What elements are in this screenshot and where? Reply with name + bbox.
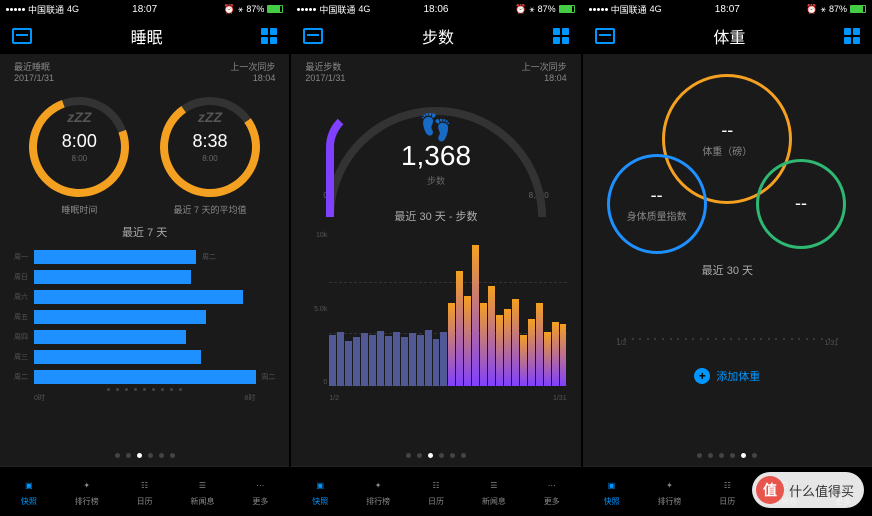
tab-ranking[interactable]: ✦排行榜	[349, 467, 407, 516]
watermark: 值什么值得买	[752, 472, 864, 508]
tab-news[interactable]: ☰新闻息	[174, 467, 232, 516]
screen-steps: 中国联通4G 18:06 ⏰⚹87% 步数 最近步数2017/1/31 上一次同…	[291, 0, 580, 516]
tab-calendar[interactable]: ☷日历	[116, 467, 174, 516]
tab-ranking[interactable]: ✦排行榜	[58, 467, 116, 516]
inbox-icon[interactable]	[595, 28, 615, 44]
add-weight-button[interactable]: + 添加体重	[597, 368, 858, 384]
tab-more[interactable]: ⋯更多	[523, 467, 581, 516]
steps-30day-chart[interactable]: 10k5.0k0 1/21/31	[305, 232, 566, 402]
page-title: 睡眠	[131, 24, 163, 48]
screen-weight: 中国联通4G 18:07 ⏰⚹87% 体重 --体重（磅） --身体质量指数 -…	[583, 0, 872, 516]
tab-more[interactable]: ⋯更多	[231, 467, 289, 516]
grid-icon[interactable]	[553, 28, 569, 44]
tab-ranking[interactable]: ✦排行榜	[641, 467, 699, 516]
status-bar: 中国联通4G 18:07 ⏰⚹87%	[0, 0, 289, 18]
weight-summary: --体重（磅） --身体质量指数 --	[597, 74, 858, 254]
status-bar: 中国联通4G 18:06 ⏰⚹87%	[291, 0, 580, 18]
tab-calendar[interactable]: ☷日历	[698, 467, 756, 516]
header: 体重	[583, 18, 872, 54]
tab-calendar[interactable]: ☷日历	[407, 467, 465, 516]
header: 睡眠	[0, 18, 289, 54]
grid-icon[interactable]	[844, 28, 860, 44]
bmi-circle[interactable]: --身体质量指数	[607, 154, 707, 254]
grid-icon[interactable]	[261, 28, 277, 44]
feet-icon: 👣	[420, 112, 452, 143]
chart-title: 最近 7 天	[14, 224, 275, 240]
tab-snapshot[interactable]: ▣快照	[583, 467, 641, 516]
page-title: 步数	[422, 24, 454, 48]
tab-bar: ▣快照 ✦排行榜 ☷日历 ☰新闻息 ⋯更多	[0, 466, 289, 516]
sleep-summary: zZZ 8:008:00 睡眠时间 zZZ 8:388:00 最近 7 天的平均…	[14, 97, 275, 216]
status-time: 18:07	[715, 4, 740, 15]
chart-title: 最近 30 天	[597, 262, 858, 278]
header: 步数	[291, 18, 580, 54]
sleep-7day-chart[interactable]: 周一周二 周日 周六 周五 周四 周三 周二周二 0时8时	[14, 248, 275, 398]
tab-news[interactable]: ☰新闻息	[465, 467, 523, 516]
tab-snapshot[interactable]: ▣快照	[291, 467, 349, 516]
steps-gauge[interactable]: 👣 1,368 步数	[305, 97, 566, 187]
pager[interactable]	[583, 445, 872, 466]
bodyfat-circle[interactable]: --	[756, 159, 846, 249]
weight-30day-chart[interactable]: 1/21/31	[597, 338, 858, 358]
status-time: 18:07	[132, 4, 157, 15]
tab-bar: ▣快照 ✦排行榜 ☷日历 ☰新闻息 ⋯更多	[291, 466, 580, 516]
inbox-icon[interactable]	[12, 28, 32, 44]
subheader: 最近睡眠2017/1/31 上一次同步18:04	[0, 54, 289, 89]
sleep-time-gauge[interactable]: zZZ 8:008:00	[29, 97, 129, 197]
page-title: 体重	[713, 24, 745, 48]
plus-icon: +	[694, 368, 710, 384]
status-time: 18:06	[423, 4, 448, 15]
subheader: 最近步数2017/1/31 上一次同步18:04	[291, 54, 580, 89]
inbox-icon[interactable]	[303, 28, 323, 44]
sleep-avg-gauge[interactable]: zZZ 8:388:00	[160, 97, 260, 197]
pager[interactable]	[291, 445, 580, 466]
pager[interactable]	[0, 445, 289, 466]
screen-sleep: 中国联通4G 18:07 ⏰⚹87% 睡眠 最近睡眠2017/1/31 上一次同…	[0, 0, 289, 516]
tab-snapshot[interactable]: ▣快照	[0, 467, 58, 516]
status-bar: 中国联通4G 18:07 ⏰⚹87%	[583, 0, 872, 18]
